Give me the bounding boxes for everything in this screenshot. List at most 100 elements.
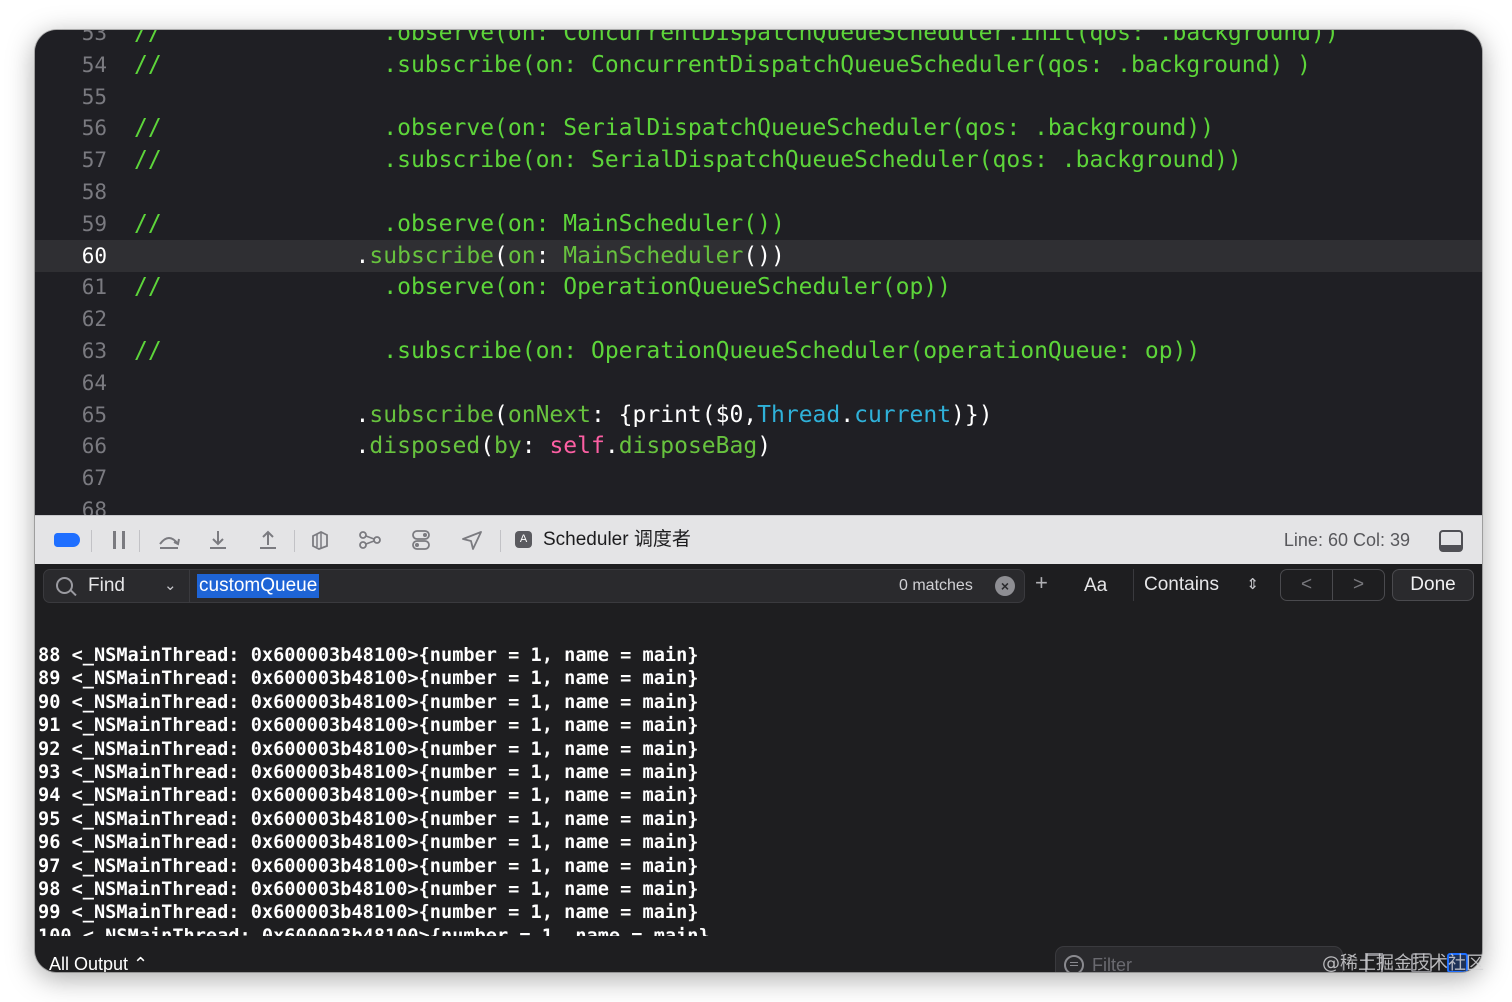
code-editor[interactable]: 53 // .observe(on: ConcurrentDispatchQueu… xyxy=(35,30,1482,515)
search-icon xyxy=(56,577,73,594)
console-line: 97 <_NSMainThread: 0x600003b48100>{numbe… xyxy=(38,855,699,877)
simulate-location-icon[interactable] xyxy=(460,526,484,554)
code-token: // xyxy=(134,30,162,46)
code-line[interactable]: 59 // .observe(on: MainScheduler()) xyxy=(35,208,1482,240)
line-number: 60 xyxy=(81,243,107,268)
line-number: 68 xyxy=(81,498,107,515)
code-token: disposed xyxy=(369,433,481,460)
output-filter-select[interactable]: All Output ⌃ xyxy=(49,954,148,972)
code-line[interactable]: 57 // .subscribe(on: SerialDispatchQueueS… xyxy=(35,144,1482,176)
console-line: 100 <_NSMainThread: 0x600003b48100>{numb… xyxy=(38,925,710,936)
step-out-icon[interactable] xyxy=(257,526,279,554)
filter-field[interactable]: Filter xyxy=(1055,946,1343,972)
console-find-bar: Find ⌄ customQueue 0 matches × + Aa Cont… xyxy=(35,564,1482,606)
find-field[interactable]: Find ⌄ customQueue 0 matches × xyxy=(43,569,1025,603)
code-line[interactable]: 54 // .subscribe(on: ConcurrentDispatchQu… xyxy=(35,49,1482,81)
match-type-selector[interactable]: Contains ⇕ xyxy=(1133,569,1271,601)
line-number: 58 xyxy=(81,180,107,204)
scheme-label[interactable]: Scheduler 调度者 xyxy=(543,528,691,552)
code-token: ()) xyxy=(743,242,785,269)
code-token: . xyxy=(134,401,370,428)
memory-graph-icon[interactable] xyxy=(358,526,382,554)
code-token: by xyxy=(494,433,522,460)
code-text: // .observe(on: MainScheduler()) xyxy=(134,208,785,240)
find-mode-selector[interactable]: Find xyxy=(88,574,125,598)
console-output[interactable]: 88 <_NSMainThread: 0x600003b48100>{numbe… xyxy=(35,606,1482,936)
code-text: // .observe(on: OperationQueueScheduler(… xyxy=(134,271,951,303)
filter-input[interactable]: Filter xyxy=(1092,955,1132,972)
code-line[interactable]: 55 xyxy=(35,81,1482,113)
pause-icon[interactable] xyxy=(109,526,129,554)
console-line: 93 <_NSMainThread: 0x600003b48100>{numbe… xyxy=(38,762,699,783)
environment-overrides-icon[interactable] xyxy=(410,526,432,554)
code-token: ( xyxy=(494,242,508,269)
line-number: 59 xyxy=(81,211,107,236)
code-token: ( xyxy=(494,401,508,428)
code-text: .subscribe(on: MainScheduler()) xyxy=(134,240,785,272)
find-navigation: < > xyxy=(1280,569,1385,601)
code-token: on xyxy=(507,242,536,269)
console-line: 94 <_NSMainThread: 0x600003b48100>{numbe… xyxy=(38,785,699,807)
code-line[interactable]: 68 xyxy=(35,494,1482,515)
console-line: 98 <_NSMainThread: 0x600003b48100>{numbe… xyxy=(38,879,699,900)
done-button[interactable]: Done xyxy=(1392,569,1474,601)
code-line[interactable]: 58 xyxy=(35,176,1482,208)
code-token: .observe(on: ConcurrentDispatchQueueSche… xyxy=(161,30,1339,46)
code-line[interactable]: 63 // .subscribe(on: OperationQueueSchedu… xyxy=(35,335,1482,367)
match-count: 0 matches xyxy=(899,577,973,594)
step-into-icon[interactable] xyxy=(207,526,229,554)
match-type-label: Contains xyxy=(1144,574,1219,595)
code-token: // xyxy=(134,115,162,142)
view-hierarchy-icon[interactable] xyxy=(309,526,331,554)
code-token: onNext xyxy=(507,401,591,428)
clear-search-icon[interactable]: × xyxy=(995,576,1015,596)
hide-debug-area-icon[interactable] xyxy=(1439,530,1463,552)
code-line[interactable]: 66 .disposed(by: self.disposeBag) xyxy=(35,430,1482,462)
match-case-button[interactable]: Aa xyxy=(1084,574,1107,598)
code-line[interactable]: 56 // .observe(on: SerialDispatchQueueSch… xyxy=(35,112,1482,144)
console-line: 91 <_NSMainThread: 0x600003b48100>{numbe… xyxy=(38,715,699,737)
app-target-icon: A xyxy=(515,531,532,548)
line-col-indicator: Line: 60 Col: 39 xyxy=(1283,530,1410,550)
code-text: .disposed(by: self.disposeBag) xyxy=(134,430,772,462)
toolbar-divider xyxy=(500,530,501,552)
console-line: 89 <_NSMainThread: 0x600003b48100>{numbe… xyxy=(38,668,699,690)
code-line[interactable]: 61 // .observe(on: OperationQueueSchedule… xyxy=(35,271,1482,303)
next-match-button[interactable]: > xyxy=(1333,570,1384,600)
code-line[interactable]: 64 xyxy=(35,367,1482,399)
code-token: current xyxy=(854,401,952,428)
code-token: . xyxy=(604,433,619,460)
code-token: : {print($0, xyxy=(590,401,758,428)
code-token: .observe(on: OperationQueueScheduler(op)… xyxy=(161,274,951,301)
code-line[interactable]: 60 .subscribe(on: MainScheduler()) xyxy=(35,239,1482,272)
filter-icon xyxy=(1064,955,1084,972)
line-number: 62 xyxy=(81,307,107,332)
code-line[interactable]: 53 // .observe(on: ConcurrentDispatchQueu… xyxy=(35,30,1482,49)
add-pattern-button[interactable]: + xyxy=(1035,571,1048,595)
code-token: .subscribe(on: ConcurrentDispatchQueueSc… xyxy=(161,51,1312,78)
code-token: )}) xyxy=(951,401,993,428)
find-input[interactable]: customQueue xyxy=(197,574,320,598)
code-text: .subscribe(onNext: {print($0,Thread.curr… xyxy=(134,399,993,431)
previous-match-button[interactable]: < xyxy=(1281,570,1332,600)
code-line[interactable]: 62 xyxy=(35,303,1482,335)
code-line[interactable]: 67 xyxy=(35,462,1482,494)
code-token: self xyxy=(549,433,605,460)
code-token: . xyxy=(134,242,370,269)
line-number: 65 xyxy=(81,402,107,427)
step-over-icon[interactable] xyxy=(156,526,182,554)
line-number: 63 xyxy=(81,339,107,363)
code-token: MainScheduler xyxy=(563,242,744,269)
line-number: 55 xyxy=(81,84,107,109)
console-line: 95 <_NSMainThread: 0x600003b48100>{numbe… xyxy=(38,808,699,830)
code-token: . xyxy=(840,401,855,428)
toolbar-divider xyxy=(294,530,295,552)
code-line[interactable]: 65 .subscribe(onNext: {print($0,Thread.c… xyxy=(35,399,1482,431)
code-token: // xyxy=(134,338,162,364)
chevron-down-icon[interactable]: ⌄ xyxy=(164,574,177,598)
up-down-chevron-icon: ⇕ xyxy=(1246,576,1259,593)
line-number: 66 xyxy=(81,434,107,459)
find-divider xyxy=(189,570,190,602)
code-token: Thread xyxy=(757,401,841,428)
breakpoints-toggle-icon[interactable] xyxy=(54,533,80,547)
